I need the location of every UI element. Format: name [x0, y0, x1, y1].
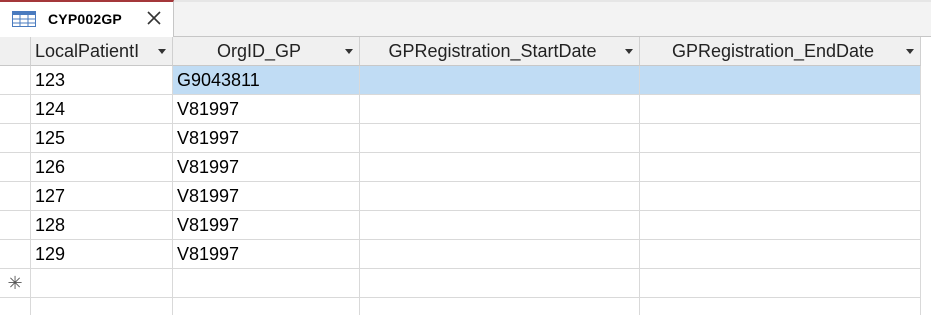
cell-enddate[interactable]: [640, 124, 921, 153]
cell-enddate[interactable]: [640, 182, 921, 211]
row-selector[interactable]: [0, 124, 31, 153]
cell-startdate[interactable]: [360, 124, 640, 153]
column-header-label: GPRegistration_StartDate: [388, 41, 597, 61]
table-row[interactable]: 125 V81997: [0, 124, 931, 153]
new-cell-enddate[interactable]: [640, 269, 921, 298]
select-all-corner[interactable]: [0, 37, 31, 66]
column-header-localpatientid[interactable]: LocalPatientI: [31, 37, 173, 66]
cell-startdate[interactable]: [360, 211, 640, 240]
tab-cyp002gp[interactable]: CYP002GP: [0, 0, 174, 37]
cell-localpatientid[interactable]: 129: [31, 240, 173, 269]
close-icon[interactable]: [145, 9, 163, 27]
filter-dropdown-icon[interactable]: [906, 49, 914, 54]
cell-localpatientid[interactable]: 123: [31, 66, 173, 95]
row-selector[interactable]: [0, 95, 31, 124]
cell-localpatientid[interactable]: 127: [31, 182, 173, 211]
document-tab-strip: CYP002GP: [0, 0, 931, 37]
table-icon: [12, 11, 36, 27]
new-cell-orgid-gp[interactable]: [173, 269, 360, 298]
table-row[interactable]: 129 V81997: [0, 240, 931, 269]
cell-enddate[interactable]: [640, 153, 921, 182]
empty-grid-area: [0, 298, 931, 315]
cell-enddate[interactable]: [640, 240, 921, 269]
column-header-label: OrgID_GP: [216, 41, 302, 61]
row-selector[interactable]: [0, 182, 31, 211]
cell-startdate[interactable]: [360, 95, 640, 124]
row-selector[interactable]: [0, 240, 31, 269]
table-row[interactable]: 123 G9043811: [0, 66, 931, 95]
grid-line: [0, 298, 31, 315]
cell-orgid-gp[interactable]: V81997: [173, 240, 360, 269]
cell-localpatientid[interactable]: 126: [31, 153, 173, 182]
tab-title: CYP002GP: [48, 11, 122, 27]
row-selector[interactable]: [0, 66, 31, 95]
cell-localpatientid[interactable]: 128: [31, 211, 173, 240]
cell-startdate[interactable]: [360, 66, 640, 95]
table-row[interactable]: 124 V81997: [0, 95, 931, 124]
cell-orgid-gp[interactable]: V81997: [173, 124, 360, 153]
new-cell-startdate[interactable]: [360, 269, 640, 298]
table-row[interactable]: 126 V81997: [0, 153, 931, 182]
grid-line: [640, 298, 921, 315]
cell-startdate[interactable]: [360, 240, 640, 269]
grid-line: [173, 298, 360, 315]
column-header-orgid-gp[interactable]: OrgID_GP: [173, 37, 360, 66]
cell-startdate[interactable]: [360, 182, 640, 211]
column-header-gpregistration-enddate[interactable]: GPRegistration_EndDate: [640, 37, 921, 66]
cell-orgid-gp[interactable]: V81997: [173, 182, 360, 211]
cell-startdate[interactable]: [360, 153, 640, 182]
column-header-gpregistration-startdate[interactable]: GPRegistration_StartDate: [360, 37, 640, 66]
cell-localpatientid[interactable]: 124: [31, 95, 173, 124]
cell-enddate[interactable]: [640, 95, 921, 124]
filter-dropdown-icon[interactable]: [158, 49, 166, 54]
column-header-label: GPRegistration_EndDate: [671, 41, 875, 61]
filter-dropdown-icon[interactable]: [345, 49, 353, 54]
cell-localpatientid[interactable]: 125: [31, 124, 173, 153]
grid-line: [31, 298, 173, 315]
cell-enddate[interactable]: [640, 66, 921, 95]
new-record-row[interactable]: ✳: [0, 269, 931, 298]
new-cell-localpatientid[interactable]: [31, 269, 173, 298]
cell-orgid-gp[interactable]: V81997: [173, 153, 360, 182]
column-header-label: LocalPatientI: [35, 41, 140, 61]
cell-orgid-gp[interactable]: G9043811: [173, 66, 360, 95]
cell-enddate[interactable]: [640, 211, 921, 240]
grid-line: [360, 298, 640, 315]
column-header-row: LocalPatientI OrgID_GP GPRegistration_St…: [0, 37, 931, 66]
row-selector[interactable]: [0, 153, 31, 182]
row-selector[interactable]: [0, 211, 31, 240]
table-row[interactable]: 128 V81997: [0, 211, 931, 240]
cell-orgid-gp[interactable]: V81997: [173, 95, 360, 124]
table-row[interactable]: 127 V81997: [0, 182, 931, 211]
cell-orgid-gp[interactable]: V81997: [173, 211, 360, 240]
new-record-icon: ✳: [0, 269, 31, 298]
filter-dropdown-icon[interactable]: [625, 49, 633, 54]
